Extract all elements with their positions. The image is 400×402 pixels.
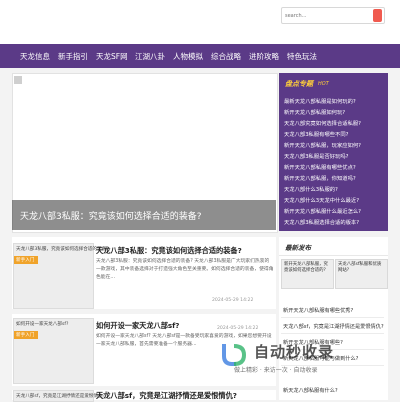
site-header: [0, 0, 400, 44]
nav-item-tlsf[interactable]: 天龙SF网: [96, 51, 128, 62]
latest-posts-header: 最新发布: [279, 237, 388, 256]
latest-post-thumb-caption: 新开天龙八部私服，究竟该如何选择合适的?: [284, 262, 328, 273]
article-thumbnail[interactable]: 天龙八部3私服，究竟该如何选择合适的装备? 新手入门: [13, 243, 109, 309]
latest-post-thumbnail[interactable]: 新开天龙八部私服，究竟该如何选择合适的?: [281, 259, 334, 289]
watermark-subtitle: 做上精彩 · 来访一次 · 自动收录: [234, 367, 318, 374]
hot-topic-item[interactable]: 最新天龙八部私服是如何玩的?: [284, 97, 356, 105]
divider: [281, 333, 384, 334]
logo-icon: [222, 344, 247, 366]
thumb-caption: 天龙八部sf，究竟是江湖抒情还是爱恨情仇?: [16, 394, 106, 399]
nav-item-rwmn[interactable]: 人物模拟: [173, 51, 203, 62]
article-thumbnail[interactable]: 如何开设一家天龙八部sf? 新手入门: [13, 318, 94, 384]
search-input[interactable]: [285, 10, 361, 21]
latest-post-item[interactable]: 新开天龙八部私服有哪些优秀?: [283, 307, 353, 314]
thumb-caption: 如何开设一家天龙八部sf?: [16, 322, 69, 327]
main-nav: 天龙信息 新手指引 天龙SF网 江湖八卦 人物模拟 综合战略 进阶攻略 特色玩法: [0, 44, 400, 68]
watermark: 自动秒收录 做上精彩 · 来访一次 · 自动收录: [220, 338, 390, 383]
hot-topic-item[interactable]: 天龙八部3私服有哪些不同?: [284, 130, 348, 138]
hot-topic-item[interactable]: 天龙八部什么3天龙中什么最近?: [284, 196, 359, 204]
badge-label: 新手入门: [16, 333, 35, 338]
article-date: 2024-05-29 14:22: [217, 326, 259, 331]
category-badge[interactable]: 新手入门: [14, 256, 38, 264]
article-card: 天龙八部sf，究竟是江湖抒情还是爱恨情仇? 天龙八部sf，究竟是江湖抒情还是爱恨…: [12, 390, 276, 402]
nav-item-zhzl[interactable]: 综合战略: [211, 51, 241, 62]
hot-topic-item[interactable]: 新开天龙八部私服，你知道吗?: [284, 174, 356, 182]
hot-topic-item[interactable]: 新开天龙八部私服，玩家应如何?: [284, 141, 361, 149]
article-date: 2024-05-29 14:22: [212, 298, 254, 303]
latest-post-item[interactable]: 天龙八部sf，究竟是江湖抒情还是爱恨情仇?: [283, 323, 384, 330]
hot-topic-item[interactable]: 新开天龙八部私服有哪些优点?: [284, 163, 356, 171]
latest-posts-title: 最新发布: [285, 244, 311, 252]
article-excerpt: 天龙八部3私服：究竟该如何选择合适的装备? 天龙八部3私服是广大玩家们热衷的一款…: [96, 259, 274, 281]
thumb-caption: 天龙八部3私服，究竟该如何选择合适的装备?: [16, 247, 109, 252]
article-title[interactable]: 如何开设一家天龙八部sf?: [96, 321, 179, 331]
hot-topic-item[interactable]: 天龙八部3私服是否好玩吗?: [284, 152, 348, 160]
article-title[interactable]: 天龙八部3私服：究竟该如何选择合适的装备?: [96, 246, 242, 256]
nav-item-tlxx[interactable]: 天龙信息: [20, 51, 50, 62]
watermark-title: 自动秒收录: [254, 343, 335, 361]
nav-item-xszy[interactable]: 新手指引: [58, 51, 88, 62]
nav-item-jhbg[interactable]: 江湖八卦: [135, 51, 165, 62]
hot-topics-panel: 盘点专题 HOT 最新天龙八部私服是如何玩的? 新开天龙八部私服如何玩? 天龙八…: [279, 73, 388, 231]
category-badge[interactable]: 新手入门: [14, 331, 38, 339]
latest-post-thumbnail[interactable]: 天龙八部sf私服和优质网站?: [335, 259, 388, 289]
broken-image-icon: [14, 76, 22, 84]
divider: [281, 317, 384, 318]
hot-topic-item[interactable]: 天龙八部究竟如何选择合适私服?: [284, 119, 361, 127]
hot-topic-item[interactable]: 新开天龙八部私服什么最近怎么?: [284, 207, 361, 215]
hot-topic-item[interactable]: 天龙八部3私服选择合适的版本?: [284, 218, 359, 226]
hero-caption-bar[interactable]: 天龙八部3私服：究竟该如何选择合适的装备?: [12, 200, 276, 230]
nav-item-tswf[interactable]: 特色玩法: [287, 51, 317, 62]
hot-topics-title: 盘点专题: [285, 80, 313, 88]
hero-caption[interactable]: 天龙八部3私服：究竟该如何选择合适的装备?: [20, 209, 202, 222]
article-thumbnail[interactable]: 天龙八部sf，究竟是江湖抒情还是爱恨情仇?: [13, 390, 105, 402]
hot-topic-item[interactable]: 天龙八部什么3私服的?: [284, 185, 338, 193]
search-box: [281, 7, 385, 24]
search-button[interactable]: [373, 9, 382, 22]
badge-label: 新手入门: [16, 258, 35, 263]
hot-topic-item[interactable]: 新开天龙八部私服如何玩?: [284, 108, 345, 116]
latest-post-item[interactable]: 新天龙八部私服有什么?: [283, 387, 338, 394]
hot-tag: HOT: [318, 81, 329, 87]
latest-post-thumb-caption: 天龙八部sf私服和优质网站?: [338, 262, 382, 273]
nav-item-jjgl[interactable]: 进阶攻略: [249, 51, 279, 62]
article-card: 天龙八部3私服，究竟该如何选择合适的装备? 新手入门 天龙八部3私服：究竟该如何…: [12, 237, 276, 309]
